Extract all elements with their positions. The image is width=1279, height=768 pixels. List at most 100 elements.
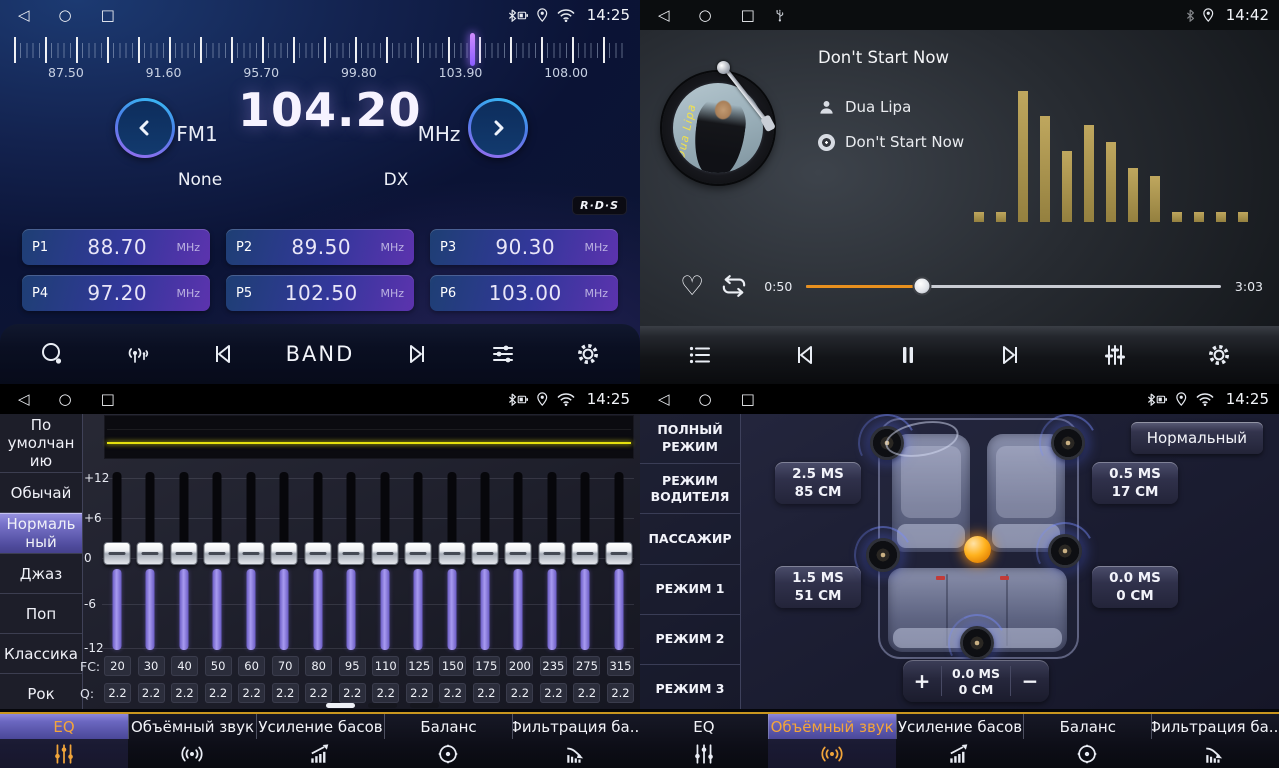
band-button[interactable]: BAND (286, 342, 355, 366)
slider-handle[interactable] (338, 542, 365, 565)
eq-preset-item[interactable]: Поп (0, 594, 82, 634)
eq-band-slider[interactable] (102, 472, 132, 652)
q-value[interactable]: 2.2 (339, 683, 366, 703)
eq-band-slider[interactable] (303, 472, 333, 652)
delay-front-right-button[interactable]: 0.5 MS 17 CM (1092, 462, 1178, 504)
progress-bar[interactable] (806, 285, 1221, 288)
preset-button[interactable]: P1 88.70 MHz (22, 229, 210, 265)
progress-knob[interactable] (913, 277, 932, 296)
slider-handle[interactable] (405, 542, 432, 565)
fc-value[interactable]: 50 (205, 656, 232, 676)
q-value[interactable]: 2.2 (473, 683, 500, 703)
nav-recents-icon[interactable]: □ (101, 392, 115, 407)
settings-button[interactable] (1198, 334, 1240, 376)
slider-handle[interactable] (204, 542, 231, 565)
delay-rear-right-button[interactable]: 0.0 MS 0 CM (1092, 566, 1178, 608)
tab-surround[interactable]: Объёмный звук (768, 714, 896, 768)
fc-value[interactable]: 150 (439, 656, 466, 676)
listening-position-marker[interactable] (964, 536, 991, 563)
tab-bass-boost[interactable]: Усиление басов (896, 714, 1024, 768)
eq-band-slider[interactable] (503, 472, 533, 652)
nav-home-icon[interactable]: ○ (59, 8, 72, 23)
nav-back-icon[interactable]: ◁ (658, 8, 670, 23)
preset-button[interactable]: P6 103.00 MHz (430, 275, 618, 311)
nav-back-icon[interactable]: ◁ (658, 392, 670, 407)
eq-band-slider[interactable] (336, 472, 366, 652)
fc-value[interactable]: 80 (305, 656, 332, 676)
slider-handle[interactable] (538, 542, 565, 565)
delay-plus-button[interactable]: + (903, 669, 941, 693)
fc-value[interactable]: 175 (473, 656, 500, 676)
eq-band-slider[interactable] (169, 472, 199, 652)
next-track-button[interactable] (990, 334, 1032, 376)
slider-handle[interactable] (237, 542, 264, 565)
slider-handle[interactable] (170, 542, 197, 565)
tab-surround[interactable]: Объёмный звук (128, 714, 256, 768)
fc-value[interactable]: 200 (506, 656, 533, 676)
tab-balance[interactable]: Баланс (384, 714, 512, 768)
previous-track-button[interactable] (783, 334, 825, 376)
tab-filter[interactable]: Фильтрация ба... (512, 714, 640, 768)
eq-preset-item[interactable]: Классика (0, 634, 82, 674)
tune-up-button[interactable] (468, 98, 528, 158)
mode-item[interactable]: ПОЛНЫЙ РЕЖИМ (640, 414, 740, 464)
q-value[interactable]: 2.2 (540, 683, 567, 703)
slider-handle[interactable] (572, 542, 599, 565)
nav-home-icon[interactable]: ○ (699, 8, 712, 23)
preset-normal-button[interactable]: Нормальный (1131, 422, 1263, 454)
mode-item[interactable]: ПАССАЖИР (640, 514, 740, 564)
slider-handle[interactable] (271, 542, 298, 565)
fc-value[interactable]: 315 (607, 656, 634, 676)
q-value[interactable]: 2.2 (238, 683, 265, 703)
nav-recents-icon[interactable]: □ (741, 8, 755, 23)
q-value[interactable]: 2.2 (406, 683, 433, 703)
playlist-button[interactable] (679, 334, 721, 376)
eq-preset-item[interactable]: Обычай (0, 473, 82, 513)
fc-value[interactable]: 30 (138, 656, 165, 676)
mode-item[interactable]: РЕЖИМ 3 (640, 665, 740, 714)
nav-recents-icon[interactable]: □ (101, 8, 115, 23)
fc-value[interactable]: 40 (171, 656, 198, 676)
eq-preset-item[interactable]: Рок (0, 674, 82, 714)
eq-band-slider[interactable] (202, 472, 232, 652)
slider-handle[interactable] (137, 542, 164, 565)
fc-value[interactable]: 20 (104, 656, 131, 676)
repeat-button[interactable] (718, 273, 750, 299)
q-value[interactable]: 2.2 (205, 683, 232, 703)
delay-front-left-button[interactable]: 2.5 MS 85 CM (775, 462, 861, 504)
preset-button[interactable]: P4 97.20 MHz (22, 275, 210, 311)
delay-rear-left-button[interactable]: 1.5 MS 51 CM (775, 566, 861, 608)
album-art[interactable]: Dua Lipa (662, 72, 774, 184)
eq-preset-item[interactable]: Джаз (0, 554, 82, 594)
tune-down-button[interactable] (115, 98, 175, 158)
q-value[interactable]: 2.2 (372, 683, 399, 703)
slider-handle[interactable] (471, 542, 498, 565)
slider-handle[interactable] (605, 542, 632, 565)
fc-value[interactable]: 125 (406, 656, 433, 676)
eq-preset-item[interactable]: По умолчанию (0, 414, 82, 473)
slider-handle[interactable] (104, 542, 131, 565)
mode-item[interactable]: РЕЖИМ 2 (640, 615, 740, 665)
nav-home-icon[interactable]: ○ (699, 392, 712, 407)
fc-value[interactable]: 60 (238, 656, 265, 676)
q-value[interactable]: 2.2 (573, 683, 600, 703)
q-value[interactable]: 2.2 (138, 683, 165, 703)
slider-handle[interactable] (304, 542, 331, 565)
q-value[interactable]: 2.2 (506, 683, 533, 703)
eq-band-slider[interactable] (236, 472, 266, 652)
fc-value[interactable]: 110 (372, 656, 399, 676)
eq-band-slider[interactable] (370, 472, 400, 652)
eq-band-slider[interactable] (269, 472, 299, 652)
pause-button[interactable] (887, 334, 929, 376)
eq-settings-button[interactable] (482, 333, 524, 375)
fc-value[interactable]: 275 (573, 656, 600, 676)
eq-preset-item[interactable]: Нормальный (0, 513, 82, 554)
nav-recents-icon[interactable]: □ (741, 392, 755, 407)
q-value[interactable]: 2.2 (104, 683, 131, 703)
q-value[interactable]: 2.2 (171, 683, 198, 703)
fc-value[interactable]: 235 (540, 656, 567, 676)
favorite-button[interactable]: ♡ (680, 273, 704, 300)
fc-value[interactable]: 70 (272, 656, 299, 676)
eq-band-slider[interactable] (570, 472, 600, 652)
preset-button[interactable]: P2 89.50 MHz (226, 229, 414, 265)
